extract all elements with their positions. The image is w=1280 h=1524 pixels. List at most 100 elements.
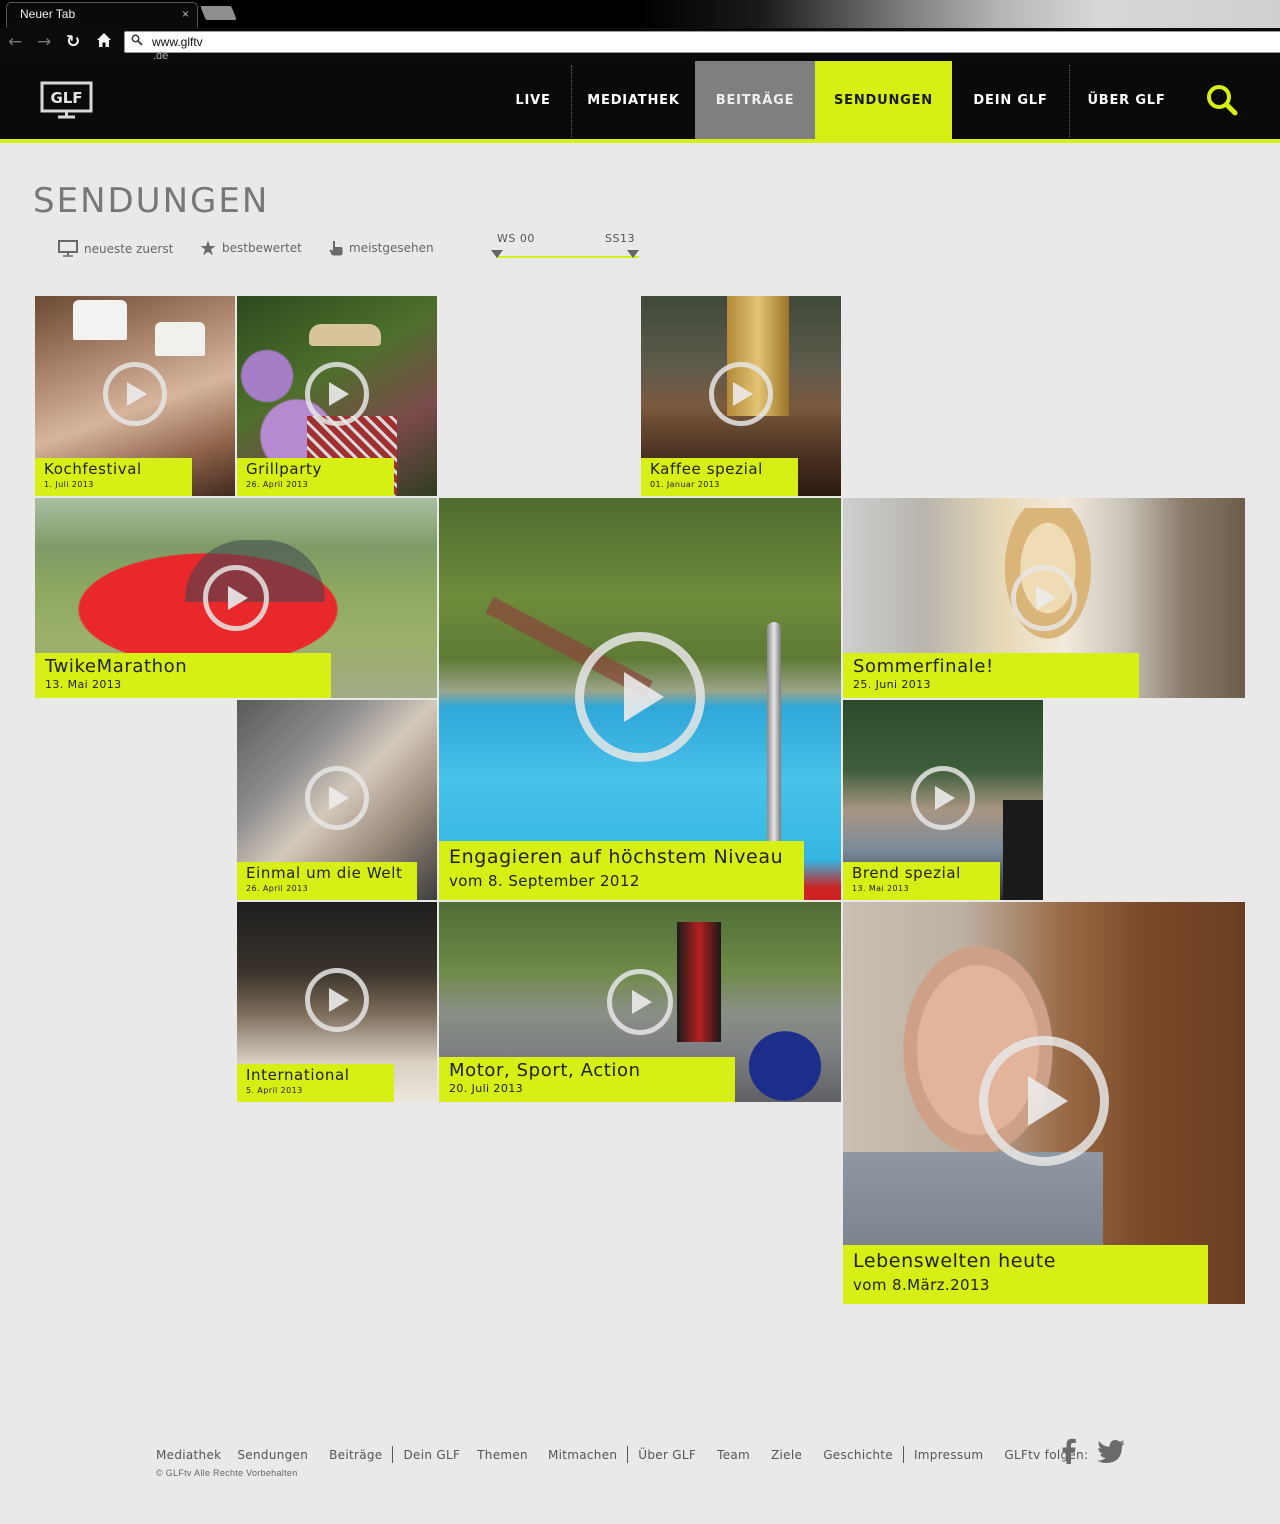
footer-link-ueber-glf[interactable]: Über GLF xyxy=(638,1448,696,1462)
hand-pointer-icon xyxy=(329,241,343,256)
show-tile-lebenswelten-heute[interactable]: Lebenswelten heute vom 8.März.2013 xyxy=(843,902,1245,1304)
site-header: GLF LIVE MEDIATHEK BEITRÄGE SENDUNGEN DE… xyxy=(0,61,1280,139)
show-caption: Engagieren auf höchstem Niveau vom 8. Se… xyxy=(439,841,804,900)
footer-divider xyxy=(902,1446,904,1463)
browser-tab-strip: Neuer Tab × xyxy=(0,0,1280,28)
range-handle-start[interactable] xyxy=(491,250,503,258)
home-icon[interactable] xyxy=(96,32,112,53)
show-tile-motor-sport-action[interactable]: Motor, Sport, Action 20. Juli 2013 xyxy=(439,902,841,1102)
sort-most-viewed[interactable]: meistgesehen xyxy=(329,240,434,256)
range-to-label: SS13 xyxy=(605,232,635,245)
tab-title: Neuer Tab xyxy=(20,7,76,21)
reload-icon[interactable]: ↻ xyxy=(66,32,80,52)
show-title: Lebenswelten heute xyxy=(853,1250,1057,1272)
show-title: Grillparty xyxy=(246,460,322,478)
show-caption: Brend spezial 13. Mai 2013 xyxy=(843,862,1000,900)
show-caption: Lebenswelten heute vom 8.März.2013 xyxy=(843,1245,1208,1304)
copyright: © GLFtv Alle Rechte Vorbehalten xyxy=(156,1468,298,1478)
show-tile-grillparty[interactable]: Grillparty 26. April 2013 xyxy=(237,296,437,496)
play-icon xyxy=(103,362,167,426)
footer-link-team[interactable]: Team xyxy=(717,1448,750,1462)
footer-link-ziele[interactable]: Ziele xyxy=(771,1448,802,1462)
show-tile-engagieren[interactable]: Engagieren auf höchstem Niveau vom 8. Se… xyxy=(439,498,841,900)
play-icon xyxy=(911,766,975,830)
page-title: SENDUNGEN xyxy=(33,181,270,221)
show-date: 01. Januar 2013 xyxy=(650,480,720,489)
show-date: 13. Mai 2013 xyxy=(852,884,909,893)
tab-close-icon[interactable]: × xyxy=(182,7,189,21)
url-text: www.glftv xyxy=(152,35,203,49)
show-caption: Sommerfinale! 25. Juni 2013 xyxy=(843,653,1139,698)
show-tile-sommerfinale[interactable]: Sommerfinale! 25. Juni 2013 xyxy=(843,498,1245,698)
sort-newest[interactable]: neueste zuerst xyxy=(58,240,173,257)
nav-dein-glf[interactable]: DEIN GLF xyxy=(952,61,1069,139)
semester-range-track[interactable] xyxy=(496,256,639,258)
show-title: TwikeMarathon xyxy=(45,656,188,677)
play-icon xyxy=(305,766,369,830)
show-tile-brend-spezial[interactable]: Brend spezial 13. Mai 2013 xyxy=(843,700,1043,900)
address-bar[interactable]: www.glftv xyxy=(124,31,1280,53)
show-date: 25. Juni 2013 xyxy=(853,678,931,691)
show-caption: Grillparty 26. April 2013 xyxy=(237,458,394,496)
footer-link-geschichte[interactable]: Geschichte xyxy=(823,1448,893,1462)
footer-divider xyxy=(392,1446,394,1463)
nav-sendungen[interactable]: SENDUNGEN xyxy=(815,61,952,139)
show-title: Sommerfinale! xyxy=(853,656,994,677)
show-title: International xyxy=(246,1066,350,1084)
glf-logo[interactable]: GLF xyxy=(40,81,93,119)
play-icon xyxy=(575,632,705,762)
footer-nav: Mediathek Sendungen Beiträge Dein GLF Th… xyxy=(156,1446,1088,1463)
show-title: Kochfestival xyxy=(44,460,142,478)
facebook-icon[interactable] xyxy=(1062,1438,1076,1464)
nav-beitraege[interactable]: BEITRÄGE xyxy=(695,61,815,139)
play-icon xyxy=(709,362,773,426)
show-title: Kaffee spezial xyxy=(650,460,763,478)
play-icon xyxy=(203,565,269,631)
range-handle-end[interactable] xyxy=(627,250,639,258)
show-date: 13. Mai 2013 xyxy=(45,678,122,691)
footer-link-themen[interactable]: Themen xyxy=(477,1448,528,1462)
show-tile-kaffee-spezial[interactable]: Kaffee spezial 01. Januar 2013 xyxy=(641,296,841,496)
show-tile-twikemarathon[interactable]: TwikeMarathon 13. Mai 2013 xyxy=(35,498,437,698)
sort-top-rated[interactable]: bestbewertet xyxy=(200,240,302,256)
show-tile-einmal-um-die-welt[interactable]: Einmal um die Welt 26. April 2013 xyxy=(237,700,437,900)
forward-icon[interactable]: → xyxy=(37,32,51,52)
sort-top-rated-label: bestbewertet xyxy=(222,241,302,255)
show-tile-kochfestival[interactable]: Kochfestival 1. Juli 2013 xyxy=(35,296,235,496)
show-tile-international[interactable]: International 5. April 2013 xyxy=(237,902,437,1102)
nav-live[interactable]: LIVE xyxy=(496,61,570,139)
play-icon xyxy=(1011,565,1077,631)
show-caption: Kochfestival 1. Juli 2013 xyxy=(35,458,192,496)
search-icon[interactable] xyxy=(1205,83,1239,117)
new-tab-button[interactable] xyxy=(200,6,237,20)
show-date: 5. April 2013 xyxy=(246,1086,303,1095)
play-icon xyxy=(305,968,369,1032)
search-icon xyxy=(131,34,143,46)
sort-most-viewed-label: meistgesehen xyxy=(349,241,434,255)
nav-ueber-glf[interactable]: ÜBER GLF xyxy=(1070,61,1183,139)
nav-mediathek[interactable]: MEDIATHEK xyxy=(572,61,695,139)
show-caption: Kaffee spezial 01. Januar 2013 xyxy=(641,458,798,496)
play-icon xyxy=(305,362,369,426)
back-icon[interactable]: ← xyxy=(8,32,22,52)
show-title: Engagieren auf höchstem Niveau xyxy=(449,846,784,868)
browser-tab[interactable]: Neuer Tab × xyxy=(6,2,198,28)
footer-link-mediathek[interactable]: Mediathek xyxy=(156,1448,221,1462)
footer-link-mitmachen[interactable]: Mitmachen xyxy=(548,1448,617,1462)
play-icon xyxy=(607,969,673,1035)
header-accent-line xyxy=(0,139,1280,143)
footer-link-impressum[interactable]: Impressum xyxy=(914,1448,983,1462)
show-date: 20. Juli 2013 xyxy=(449,1082,524,1095)
footer-link-beitraege[interactable]: Beiträge xyxy=(329,1448,382,1462)
show-title: Einmal um die Welt xyxy=(246,864,403,882)
show-date: 26. April 2013 xyxy=(246,884,309,893)
show-date: 26. April 2013 xyxy=(246,480,309,489)
footer-link-sendungen[interactable]: Sendungen xyxy=(237,1448,308,1462)
range-from-label: WS 00 xyxy=(497,232,535,245)
show-caption: International 5. April 2013 xyxy=(237,1064,394,1102)
show-caption: Motor, Sport, Action 20. Juli 2013 xyxy=(439,1057,735,1102)
twitter-icon[interactable] xyxy=(1097,1440,1125,1463)
footer-link-dein-glf[interactable]: Dein GLF xyxy=(403,1448,460,1462)
star-icon xyxy=(200,240,216,256)
play-icon xyxy=(979,1036,1109,1166)
